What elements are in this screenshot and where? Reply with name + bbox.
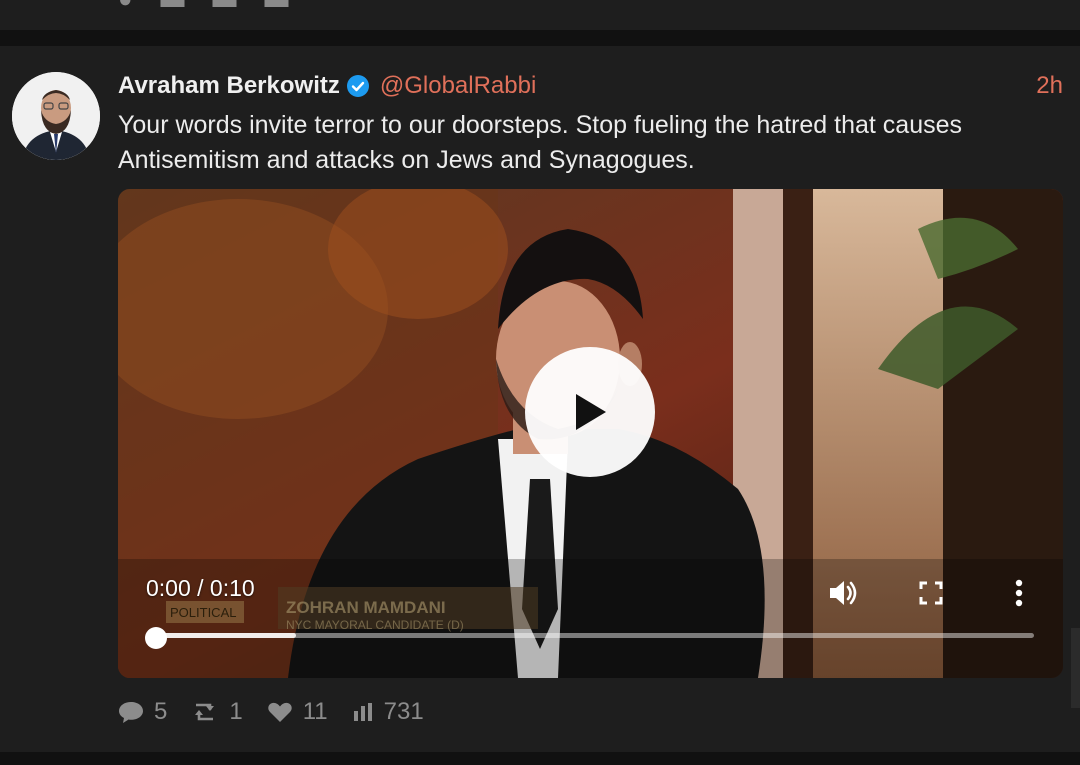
verified-badge-icon [346, 75, 369, 97]
prev-views-icon: ▬ [265, 0, 289, 14]
post-text: Your words invite terror to our doorstep… [118, 111, 963, 174]
heart-icon [268, 702, 292, 722]
prev-reply-icon: ● [118, 0, 133, 14]
prev-repost-icon: ▬ [161, 0, 185, 14]
post-card[interactable]: Avraham Berkowitz @GlobalRabbi 2h Your w… [0, 46, 1080, 752]
video-time-display: 0:00 / 0:10 [146, 575, 255, 601]
repost-icon [195, 703, 215, 721]
bar-chart-icon [353, 703, 372, 721]
author-handle[interactable]: @GlobalRabbi [380, 72, 536, 100]
volume-icon [830, 581, 857, 605]
post-divider [0, 30, 1080, 46]
like-button[interactable]: 11 [267, 698, 328, 726]
fullscreen-icon [919, 581, 943, 605]
play-icon [576, 394, 606, 430]
repost-count: 1 [229, 698, 243, 725]
post-timestamp[interactable]: 2h [1036, 72, 1063, 100]
more-options-button[interactable] [1001, 575, 1037, 611]
post-divider-bottom [0, 752, 1080, 765]
fullscreen-button[interactable] [913, 575, 949, 611]
play-button[interactable] [525, 347, 655, 477]
author-name[interactable]: Avraham Berkowitz [118, 72, 340, 100]
scrollbar[interactable] [1071, 628, 1080, 708]
views-count: 731 [383, 698, 424, 725]
video-progress-bar[interactable] [156, 633, 1034, 638]
video-buffer-fill [156, 633, 296, 638]
video-scrubber-handle[interactable] [145, 627, 167, 649]
reply-count: 5 [154, 698, 168, 725]
post-actions: 5 1 11 731 [118, 698, 448, 726]
previous-post-stats: ● ▬ ▬ ▬ [118, 0, 289, 14]
more-vertical-icon [1015, 579, 1023, 607]
views-button[interactable]: 731 [352, 698, 424, 726]
volume-button[interactable] [826, 575, 862, 611]
reply-bubble-icon [119, 702, 143, 723]
previous-post-edge: ● ▬ ▬ ▬ [0, 0, 1080, 30]
prev-like-icon: ▬ [213, 0, 237, 14]
post-header: Avraham Berkowitz @GlobalRabbi 2h [118, 68, 1063, 104]
video-player[interactable]: POLITICAL ZOHRAN MAMDANI NYC MAYORAL CAN… [118, 189, 1063, 678]
reply-button[interactable]: 5 [118, 698, 167, 726]
like-count: 11 [302, 698, 328, 725]
avatar[interactable] [12, 72, 100, 160]
repost-button[interactable]: 1 [191, 698, 243, 726]
